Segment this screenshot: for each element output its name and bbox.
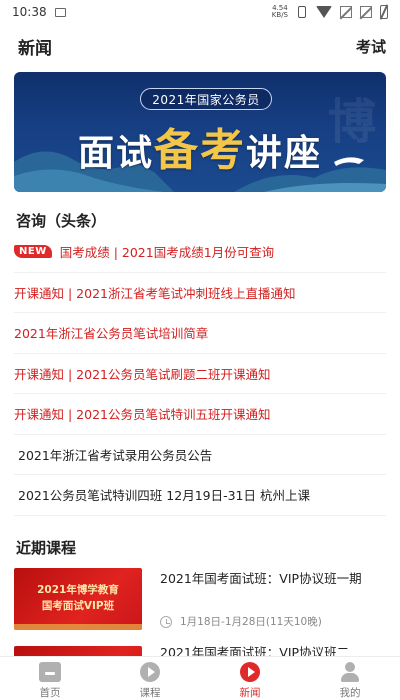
news-item-text: 国考成绩 | 2021国考成绩1月份可查询 bbox=[59, 245, 275, 261]
nav-mine-label: 我的 bbox=[339, 687, 361, 699]
nav-news-label: 新闻 bbox=[239, 687, 261, 699]
news-item[interactable]: 2021年浙江省公务员笔试培训简章 bbox=[14, 313, 386, 354]
news-item[interactable]: 开课通知 | 2021公务员笔试刷题二班开课通知 bbox=[14, 354, 386, 394]
consult-section-title: 咨询（头条） bbox=[16, 212, 107, 230]
news-item-text: 2021公务员笔试特训四班 12月19日-31日 杭州上课 bbox=[18, 488, 310, 504]
course-card[interactable]: 2021年国考面试班：VIP协议班二 bbox=[14, 646, 386, 656]
course-card[interactable]: 2021年博学教育 国考面试VIP班 2021年国考面试班：VIP协议班一期 1… bbox=[14, 568, 386, 632]
news-item[interactable]: 开课通知 | 2021浙江省考笔试冲刺班线上直播通知 bbox=[14, 273, 386, 313]
headline-part2: 讲座 bbox=[246, 132, 323, 174]
course-thumb-line2: 国考面试VIP班 bbox=[41, 600, 115, 612]
headline-part1: 面试 bbox=[77, 132, 154, 174]
news-item[interactable]: 2021公务员笔试特训四班 12月19日-31日 杭州上课 bbox=[14, 475, 386, 516]
course-date: 1月18日-1月28日(11天10晚) bbox=[180, 616, 322, 628]
page-title: 新闻 bbox=[18, 38, 52, 59]
course-thumb-line1: 2021年博学教育 bbox=[37, 584, 119, 596]
user-icon bbox=[340, 662, 360, 682]
play-icon bbox=[240, 662, 260, 682]
news-item-text: 开课通知 | 2021浙江省考笔试冲刺班线上直播通知 bbox=[14, 285, 296, 301]
home-icon bbox=[39, 662, 61, 682]
nav-mine[interactable]: 我的 bbox=[300, 657, 400, 700]
exam-link[interactable]: 考试 bbox=[356, 36, 386, 57]
course-title: 2021年国考面试班：VIP协议班二 bbox=[160, 646, 350, 656]
net-speed-unit: KB/S bbox=[271, 11, 288, 19]
promo-banner[interactable]: 博 2021年国家公务员 面试备考讲座 bbox=[14, 72, 386, 192]
news-item[interactable]: 2021年浙江省考试录用公务员公告 bbox=[14, 435, 386, 475]
courses-section-title: 近期课程 bbox=[16, 539, 77, 557]
net-speed: 4.54 KB/S bbox=[272, 5, 288, 19]
course-thumbnail bbox=[14, 646, 142, 656]
new-badge: NEW bbox=[14, 245, 52, 259]
news-item[interactable]: NEW 国考成绩 | 2021国考成绩1月份可查询 bbox=[14, 232, 386, 273]
course-thumbnail: 2021年博学教育 国考面试VIP班 bbox=[14, 568, 142, 630]
news-item-text: 2021年浙江省考试录用公务员公告 bbox=[18, 447, 213, 463]
course-meta: 1月18日-1月28日(11天10晚) bbox=[160, 614, 322, 629]
banner-headline: 面试备考讲座 bbox=[14, 114, 386, 178]
app-header: 新闻 考试 bbox=[0, 28, 400, 64]
bottom-nav: 首页 课程 新闻 我的 bbox=[0, 656, 400, 700]
thumb-gold-stripe bbox=[14, 624, 142, 630]
image-icon bbox=[54, 7, 66, 17]
nav-courses-label: 课程 bbox=[139, 687, 161, 699]
news-item-text: 开课通知 | 2021公务员笔试刷题二班开课通知 bbox=[14, 366, 271, 382]
clock-icon bbox=[160, 615, 172, 628]
nav-home-label: 首页 bbox=[39, 687, 61, 699]
no-signal-icon bbox=[340, 6, 352, 18]
news-item[interactable]: 开课通知 | 2021公务员笔试特训五班开课通知 bbox=[14, 394, 386, 435]
course-title: 2021年国考面试班：VIP协议班一期 bbox=[160, 571, 362, 586]
play-icon bbox=[140, 662, 160, 682]
nav-courses[interactable]: 课程 bbox=[100, 657, 200, 700]
no-signal-icon bbox=[360, 6, 372, 18]
news-list: NEW 国考成绩 | 2021国考成绩1月份可查询 开课通知 | 2021浙江省… bbox=[14, 232, 386, 516]
status-bar: 10:38 4.54 KB/S bbox=[0, 0, 400, 24]
news-item-text: 开课通知 | 2021公务员笔试特训五班开课通知 bbox=[14, 407, 271, 423]
headline-accent: 备考 bbox=[154, 125, 246, 176]
battery-icon bbox=[380, 5, 388, 19]
wifi-icon bbox=[316, 6, 332, 18]
news-item-text: 2021年浙江省公务员笔试培训简章 bbox=[14, 326, 209, 342]
vibrate-icon bbox=[298, 6, 306, 18]
status-time: 10:38 bbox=[12, 5, 47, 19]
nav-news[interactable]: 新闻 bbox=[200, 657, 300, 700]
nav-home[interactable]: 首页 bbox=[0, 657, 100, 700]
banner-pill: 2021年国家公务员 bbox=[140, 88, 272, 110]
status-right: 4.54 KB/S bbox=[272, 5, 388, 19]
